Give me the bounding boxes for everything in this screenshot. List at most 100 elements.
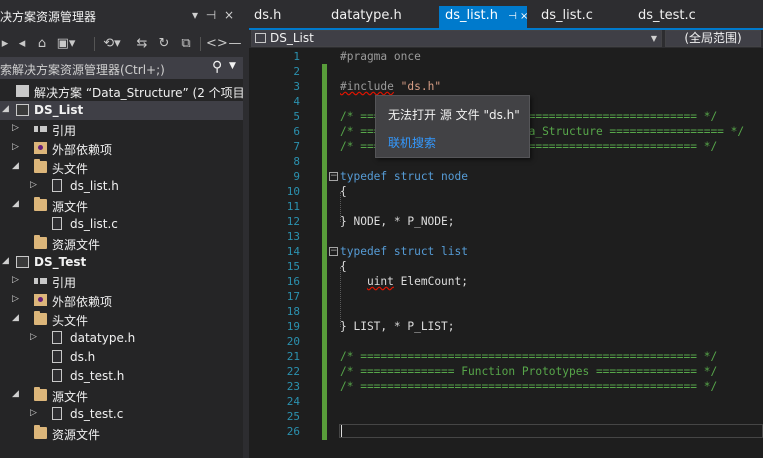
tab-ds-test-c[interactable]: ds_test.c: [638, 6, 696, 28]
code-line: /* ============== Function Prototypes ==…: [340, 365, 717, 378]
pin-icon[interactable]: ⊣: [203, 6, 219, 24]
tree-item-label: ds_test.c: [70, 407, 124, 421]
tree-item[interactable]: ds_test.h: [0, 367, 243, 386]
code-line: /* =====================================…: [340, 380, 717, 393]
project-dropdown[interactable]: DS_List ▼: [251, 30, 662, 47]
collapse-all-icon[interactable]: ⧉: [178, 35, 194, 53]
sync-icon[interactable]: ⇆: [134, 35, 150, 53]
line-number: 19: [286, 320, 300, 333]
code-token: /* =====================================…: [340, 380, 718, 393]
project-icon: [16, 256, 29, 268]
code-token: ElemCount;: [393, 275, 468, 288]
refresh-icon[interactable]: ↻: [156, 35, 172, 53]
document-tabs: ds.h datatype.h ds_list.h ⊣ × ds_list.c …: [249, 0, 763, 28]
tree-item[interactable]: ◢ DS_List: [0, 101, 243, 120]
tree-item[interactable]: ▷ 外部依赖项: [0, 139, 243, 158]
line-number: 11: [286, 200, 300, 213]
tab-datatype-h[interactable]: datatype.h: [331, 6, 402, 28]
search-icon[interactable]: ⚲: [212, 59, 222, 75]
expanded-arrow-icon[interactable]: ◢: [2, 256, 9, 266]
line-number: 6: [293, 125, 300, 138]
header-file-icon: [52, 350, 62, 363]
external-dependencies-icon: [34, 294, 47, 306]
tree-item[interactable]: 资源文件: [0, 424, 243, 443]
tree-item[interactable]: ▷ 引用: [0, 120, 243, 139]
scope-dropdown-label: (全局范围): [684, 31, 742, 45]
text-caret: [341, 425, 342, 437]
home-icon[interactable]: ⌂: [34, 35, 50, 53]
dropdown-arrow-icon[interactable]: ▾: [187, 6, 203, 24]
tree-item[interactable]: ▷ 外部依赖项: [0, 291, 243, 310]
tree-item-label: 资源文件: [52, 238, 101, 252]
tree-item[interactable]: ◢ 源文件: [0, 196, 243, 215]
current-line-highlight: [339, 424, 763, 438]
scope-dropdown[interactable]: (全局范围): [665, 30, 761, 47]
collapse-toggle-icon[interactable]: −: [329, 172, 338, 181]
collapsed-arrow-icon[interactable]: ▷: [12, 275, 19, 285]
pending-changes-icon[interactable]: ⟲▾: [100, 35, 124, 53]
switch-views-icon[interactable]: ▣▾: [56, 35, 76, 53]
expanded-arrow-icon[interactable]: ◢: [2, 104, 9, 114]
code-token: node: [441, 170, 468, 183]
code-token: #pragma once: [340, 50, 421, 63]
pin-close-icon[interactable]: ⊣ ×: [508, 11, 528, 22]
search-options-icon[interactable]: ▼: [229, 61, 236, 71]
collapsed-arrow-icon[interactable]: ▷: [30, 332, 37, 342]
expanded-arrow-icon[interactable]: ◢: [12, 161, 19, 171]
tree-item-label: ds_list.c: [70, 217, 118, 231]
forward-icon[interactable]: ▸: [0, 35, 10, 53]
tree-item[interactable]: ▷ 引用: [0, 272, 243, 291]
line-number: 18: [286, 305, 300, 318]
solution-explorer-panel: 决方案资源管理器 ▾ ⊣ × ▸ ◂ ⌂ ▣▾ ⟲▾ ⇆ ↻ ⧉ <> — 索解…: [0, 0, 243, 458]
collapsed-arrow-icon[interactable]: ▷: [12, 142, 19, 152]
properties-icon[interactable]: —: [228, 35, 242, 53]
source-file-icon: [52, 407, 62, 420]
collapsed-arrow-icon[interactable]: ▷: [12, 123, 19, 133]
code-line: {: [340, 260, 347, 273]
solution-explorer-toolbar: ▸ ◂ ⌂ ▣▾ ⟲▾ ⇆ ↻ ⧉ <> —: [0, 31, 243, 57]
tree-item[interactable]: ◢ 头文件: [0, 310, 243, 329]
search-input[interactable]: 索解决方案资源管理器(Ctrl+;): [0, 61, 165, 78]
tree-item[interactable]: 资源文件: [0, 234, 243, 253]
folder-icon: [34, 235, 47, 249]
search-online-link[interactable]: 联机搜索: [388, 134, 436, 151]
code-line: typedef struct list: [340, 245, 468, 258]
solution-icon: [16, 85, 29, 97]
code-token: } LIST, * P_LIST;: [340, 320, 455, 333]
tree-item[interactable]: ds.h: [0, 348, 243, 367]
view-code-icon[interactable]: <>: [206, 35, 228, 53]
tree-item[interactable]: ◢ DS_Test: [0, 253, 243, 272]
line-number: 14: [286, 245, 300, 258]
tooltip-message: 无法打开 源 文件 "ds.h": [388, 108, 520, 122]
tree-item-label: 外部依赖项: [52, 295, 113, 309]
tree-item[interactable]: ◢ 源文件: [0, 386, 243, 405]
tree-item[interactable]: ▷ ds_list.h: [0, 177, 243, 196]
code-token: list: [441, 245, 468, 258]
folder-icon: [34, 387, 47, 401]
expanded-arrow-icon[interactable]: ◢: [12, 313, 19, 323]
expanded-arrow-icon[interactable]: ◢: [12, 199, 19, 209]
code-line: {: [340, 185, 347, 198]
tree-item[interactable]: ▷ ds_test.c: [0, 405, 243, 424]
tab-ds-h[interactable]: ds.h: [254, 6, 281, 28]
tree-item[interactable]: 解决方案 “Data_Structure” (2 个项目，共: [0, 82, 243, 101]
collapsed-arrow-icon[interactable]: ▷: [30, 180, 37, 190]
header-file-icon: [52, 369, 62, 382]
search-bar[interactable]: 索解决方案资源管理器(Ctrl+;) ⚲ ▼: [0, 57, 243, 79]
tree-item-label: DS_List: [34, 103, 84, 117]
tree-item-label: 头文件: [52, 162, 89, 176]
code-line: #include "ds.h": [340, 80, 441, 93]
collapsed-arrow-icon[interactable]: ▷: [30, 408, 37, 418]
collapsed-arrow-icon[interactable]: ▷: [12, 294, 19, 304]
tab-ds-list-c[interactable]: ds_list.c: [541, 6, 593, 28]
folder-icon: [34, 197, 47, 211]
back-icon[interactable]: ◂: [14, 35, 30, 53]
close-icon[interactable]: ×: [221, 6, 237, 24]
expanded-arrow-icon[interactable]: ◢: [12, 389, 19, 399]
tab-ds-list-h[interactable]: ds_list.h ⊣ ×: [439, 6, 528, 28]
tree-item[interactable]: ds_list.c: [0, 215, 243, 234]
tree-item[interactable]: ◢ 头文件: [0, 158, 243, 177]
collapse-toggle-icon[interactable]: −: [329, 247, 338, 256]
tree-item[interactable]: ▷ datatype.h: [0, 329, 243, 348]
